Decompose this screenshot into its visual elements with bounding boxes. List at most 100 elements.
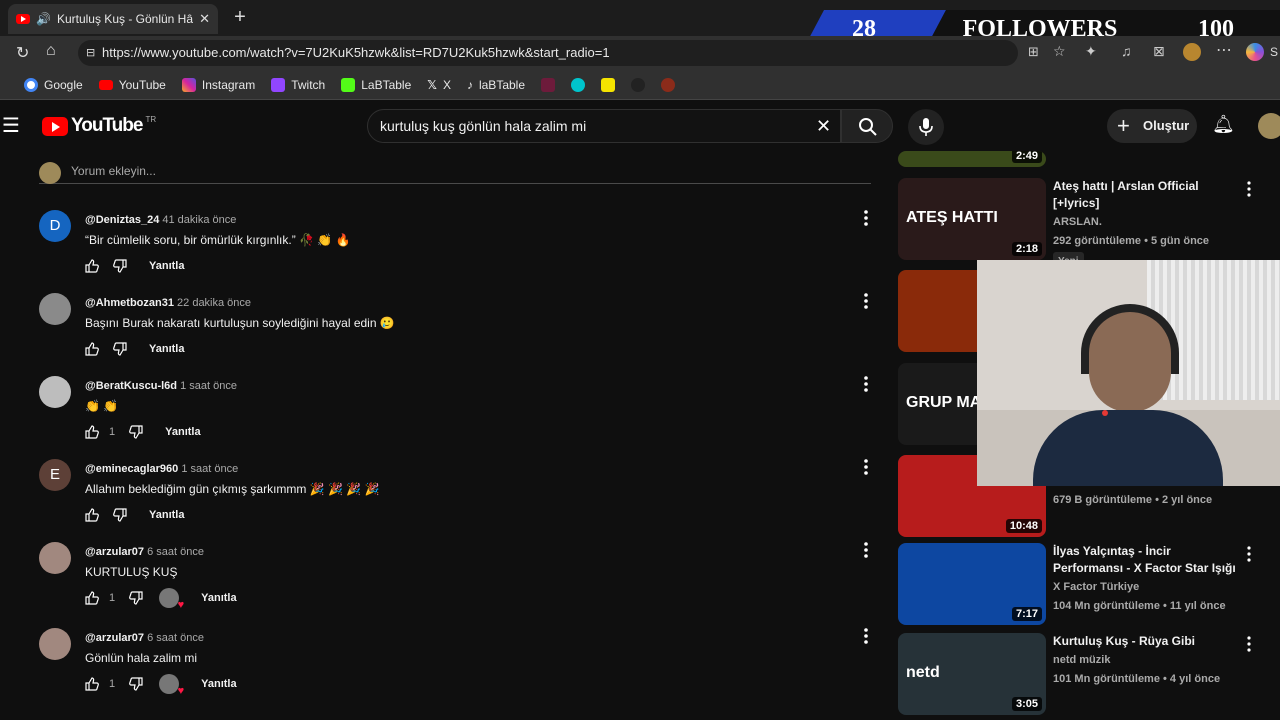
music-icon[interactable]: ♫ (1121, 43, 1132, 59)
video-menu-icon[interactable] (1244, 180, 1254, 198)
comment-time[interactable]: 6 saat önce (147, 546, 204, 558)
music-bookmark-icon[interactable] (661, 77, 675, 92)
favorite-star-icon[interactable]: ☆ (1053, 43, 1066, 60)
speaker-icon[interactable]: 🔊 (36, 12, 51, 26)
comment-author[interactable]: @arzular07 (85, 632, 144, 644)
bookmark-labtable[interactable]: LaBTable (341, 77, 411, 92)
comment-author[interactable]: @BeratKuscu-l6d (85, 380, 177, 392)
like-count: 1 (109, 426, 116, 438)
video-thumbnail[interactable]: ATEŞ HATTI 2:18 (898, 178, 1046, 260)
check-bookmark-icon[interactable] (631, 77, 645, 92)
video-menu-icon[interactable] (1244, 635, 1254, 653)
comment-time[interactable]: 41 dakika önce (162, 214, 236, 226)
comment-author[interactable]: @eminecaglar960 (85, 463, 178, 475)
video-channel[interactable]: netd müzik (1053, 652, 1238, 669)
youtube-header: ☰ YouTube TR kurtuluş kuş gönlün hala za… (0, 101, 1280, 151)
split-screen-icon[interactable]: ⊠ (1153, 43, 1165, 60)
comment-author-line: @arzular07 6 saat önce (85, 546, 204, 558)
like-icon[interactable] (85, 259, 99, 273)
video-title[interactable]: Kurtuluş Kuş - Rüya Gibi (1053, 633, 1238, 650)
clear-search-icon[interactable]: ✕ (816, 110, 831, 142)
dislike-icon[interactable] (113, 342, 127, 356)
youtube-logo[interactable]: YouTube TR (42, 115, 156, 137)
comment-avatar[interactable]: E (39, 459, 71, 491)
comment-avatar[interactable] (39, 293, 71, 325)
browser-tab[interactable]: 🔊 Kurtuluş Kuş - Gönlün Hâlâ Za ✕ (8, 4, 218, 34)
video-thumbnail[interactable]: netd 3:05 (898, 633, 1046, 715)
new-tab-button[interactable]: + (230, 7, 250, 28)
comment-avatar[interactable] (39, 542, 71, 574)
video-thumbnail[interactable]: 7:17 (898, 543, 1046, 625)
comment-time[interactable]: 6 saat önce (147, 632, 204, 644)
voice-search-button[interactable] (908, 109, 944, 145)
dislike-icon[interactable] (129, 425, 143, 439)
dislike-icon[interactable] (129, 677, 143, 691)
close-tab-icon[interactable]: ✕ (199, 11, 210, 27)
dislike-icon[interactable] (113, 508, 127, 522)
copilot-icon[interactable] (1246, 43, 1264, 61)
apps-icon[interactable]: ⊞ (1028, 44, 1039, 60)
comment-menu-icon[interactable] (859, 626, 873, 646)
profile-icon[interactable] (1183, 43, 1201, 61)
create-button[interactable]: + Oluştur (1107, 109, 1197, 143)
search-input[interactable]: kurtuluş kuş gönlün hala zalim mi ✕ (367, 109, 841, 143)
add-comment-field[interactable]: Yorum ekleyin... (39, 160, 871, 184)
related-video-item[interactable]: netd 3:05 Kurtuluş Kuş - Rüya Gibi netd müz… (898, 633, 1278, 715)
reload-icon[interactable]: ↻ (16, 43, 29, 63)
like-icon[interactable] (85, 425, 99, 439)
video-thumbnail[interactable]: 2:49 (898, 151, 1046, 167)
comment-menu-icon[interactable] (859, 374, 873, 394)
like-icon[interactable] (85, 342, 99, 356)
comment-time[interactable]: 1 saat önce (180, 380, 237, 392)
bookmark-twitch[interactable]: Twitch (271, 77, 325, 92)
account-avatar[interactable] (1258, 113, 1280, 139)
video-title[interactable]: Ateş hattı | Arslan Official [+lyrics] (1053, 178, 1238, 212)
address-input[interactable]: ⊟ https://www.youtube.com/watch?v=7U2KuK… (78, 40, 1018, 66)
site-info-icon[interactable]: ⊟ (86, 40, 95, 66)
canva-bookmark-icon[interactable] (571, 77, 585, 92)
comment-avatar[interactable]: D (39, 210, 71, 242)
bookmark-youtube[interactable]: YouTube (98, 78, 166, 92)
comment-menu-icon[interactable] (859, 291, 873, 311)
home-icon[interactable]: ⌂ (46, 42, 56, 60)
reply-button[interactable]: Yanıtla (149, 260, 184, 272)
dislike-icon[interactable] (129, 591, 143, 605)
video-channel[interactable]: ARSLAN. (1053, 214, 1238, 231)
comment-menu-icon[interactable] (859, 208, 873, 228)
like-icon[interactable] (85, 508, 99, 522)
comment-author[interactable]: @arzular07 (85, 546, 144, 558)
bookmark-google[interactable]: Google (24, 77, 83, 92)
app-bookmark-icon[interactable] (541, 77, 555, 92)
like-icon[interactable] (85, 677, 99, 691)
more-menu-icon[interactable]: ⋯ (1216, 40, 1232, 60)
bookmark-instagram[interactable]: Instagram (181, 77, 255, 92)
related-video-item[interactable]: 2:49 (898, 151, 1278, 167)
reply-button[interactable]: Yanıtla (165, 426, 200, 438)
extensions-icon[interactable]: ✦ (1085, 43, 1097, 60)
like-icon[interactable] (85, 591, 99, 605)
bookmark-tiktok[interactable]: ♪ laBTable (467, 78, 525, 92)
reply-button[interactable]: Yanıtla (201, 678, 236, 690)
comment-author[interactable]: @Deniztas_24 (85, 214, 159, 226)
search-button[interactable] (841, 109, 893, 143)
reply-button[interactable]: Yanıtla (149, 509, 184, 521)
video-title[interactable]: İlyas Yalçıntaş - İncir Performansı - X … (1053, 543, 1238, 577)
comment-time[interactable]: 22 dakika önce (177, 297, 251, 309)
notifications-bell-icon[interactable]: 🔔︎ (1212, 114, 1235, 135)
comment-menu-icon[interactable] (859, 540, 873, 560)
reply-button[interactable]: Yanıtla (201, 592, 236, 604)
video-menu-icon[interactable] (1244, 545, 1254, 563)
comment-avatar[interactable] (39, 628, 71, 660)
reply-button[interactable]: Yanıtla (149, 343, 184, 355)
related-video-item[interactable]: 7:17 İlyas Yalçıntaş - İncir Performansı … (898, 543, 1278, 625)
related-video-item[interactable]: ATEŞ HATTI 2:18 Ateş hattı | Arslan Offici… (898, 178, 1278, 271)
hamburger-menu-icon[interactable]: ☰ (2, 113, 20, 138)
comment-avatar[interactable] (39, 376, 71, 408)
comment-author[interactable]: @Ahmetbozan31 (85, 297, 174, 309)
video-channel[interactable]: X Factor Türkiye (1053, 579, 1238, 596)
comment-menu-icon[interactable] (859, 457, 873, 477)
comment-time[interactable]: 1 saat önce (181, 463, 238, 475)
dislike-icon[interactable] (113, 259, 127, 273)
s-bookmark-icon[interactable] (601, 77, 615, 92)
bookmark-x[interactable]: 𝕏X (427, 78, 451, 92)
